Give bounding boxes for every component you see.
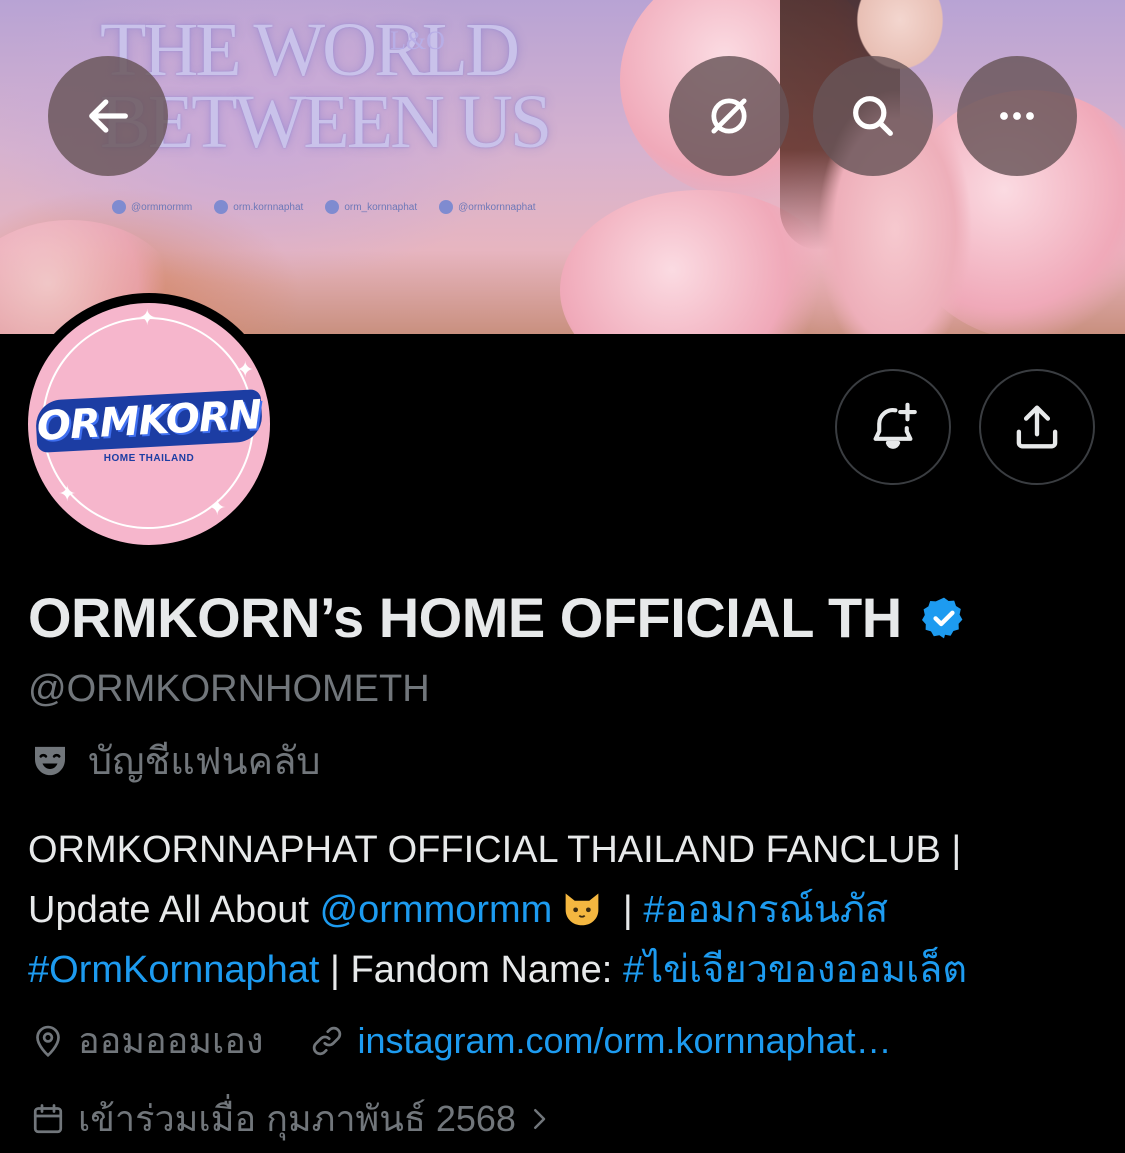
instagram-icon [214,200,229,214]
avatar-image: ✦ ✦ ✦ ✦ ORMKORN HOME THAILAND [28,303,270,545]
grok-button[interactable] [669,56,789,176]
display-name-text: ORMKORN’s HOME OFFICIAL TH [28,586,902,649]
x-icon [112,200,126,214]
location: ออมออมเอง [30,1012,263,1069]
search-button[interactable] [813,56,933,176]
bio-line: ORMKORNNAPHAT OFFICIAL THAILAND FANCLUB … [28,820,1098,880]
bio-hashtag-link[interactable]: #ไข่เจียวของออมเล็ต [623,949,967,991]
chevron-right-icon [533,1108,546,1129]
joined-date-row[interactable]: เข้าร่วมเมื่อ กุมภาพันธ์ 2568 [30,1090,566,1147]
bio-text: | Fandom Name: [319,949,623,991]
banner-title: THE WORLD BETWEEN US [100,8,580,164]
bio-hashtag-link[interactable]: #OrmKornnaphat [28,949,320,991]
share-icon [1016,405,1058,449]
bell-plus-icon [873,402,917,449]
notify-button[interactable] [835,369,951,485]
bio-line: Update All About @ormmormm | #ออมกรณ์นภั… [28,880,1098,940]
banner-social-item: @ormkornnaphat [439,200,536,214]
location-pin-icon [36,1025,60,1057]
arrow-left-icon [89,99,128,133]
bio-line: #OrmKornnaphat | Fandom Name: #ไข่เจียวข… [28,940,1098,1000]
fan-account-text: บัญชีแฟนคลับ [88,741,321,783]
handle: @ORMKORNHOMETH [28,668,430,710]
tiktok-icon [439,200,454,214]
grok-icon [711,98,747,134]
joined-date-text: เข้าร่วมเมื่อ กุมภาพันธ์ 2568 [78,1098,516,1139]
banner-social-item: orm_kornnaphat [325,200,417,214]
display-name: ORMKORN’s HOME OFFICIAL TH [28,585,968,650]
avatar[interactable]: ✦ ✦ ✦ ✦ ORMKORN HOME THAILAND [18,293,280,555]
banner-social-text: @ormmormm [131,201,193,213]
verified-badge-icon[interactable] [920,594,968,642]
more-button[interactable] [957,56,1077,176]
star-icon: ✦ [138,305,157,330]
location-text: ออมออมเอง [78,1020,264,1061]
bio-separator: | [612,889,644,931]
fan-account-label[interactable]: บัญชีแฟนคลับ [30,730,321,791]
avatar-logo-text: ORMKORN [35,392,263,450]
banner-ornament: L&O [390,26,445,55]
website-link[interactable]: instagram.com/orm.kornnaphat… [357,1020,891,1062]
threads-icon [325,200,340,214]
share-button[interactable] [979,369,1095,485]
star-icon: ✦ [208,495,227,520]
bio-text: ORMKORNNAPHAT OFFICIAL THAILAND FANCLUB … [28,829,962,871]
profile-bio: ORMKORNNAPHAT OFFICIAL THAILAND FANCLUB … [28,820,1098,1000]
banner-title-line2: BETWEEN US [100,80,552,164]
calendar-icon [33,1103,63,1133]
banner-social-text: @ormkornnaphat [458,201,536,213]
star-icon: ✦ [58,481,77,506]
profile-banner[interactable]: THE WORLD BETWEEN US L&O @ormmormm orm.k… [0,0,1125,334]
profile-meta-row: ออมออมเอง instagram.com/orm.kornnaphat… [30,1012,892,1069]
banner-social-item: orm.kornnaphat [214,200,303,214]
banner-socials: @ormmormm orm.kornnaphat orm_kornnaphat … [112,200,536,214]
banner-title-line1: THE WORLD [100,8,520,92]
avatar-logo-subtext: HOME THAILAND [103,453,195,464]
website[interactable]: instagram.com/orm.kornnaphat… [309,1020,892,1062]
more-horizontal-icon [1000,112,1034,120]
banner-social-text: orm.kornnaphat [233,201,304,213]
banner-social-item: @ormmormm [112,200,192,214]
banner-social-text: orm_kornnaphat [344,201,418,213]
bio-hashtag-link[interactable]: #ออมกรณ์นภัส [643,889,888,931]
theater-mask-icon [35,746,65,775]
back-button[interactable] [48,56,168,176]
star-icon: ✦ [236,357,255,382]
cat-emoji-icon [565,893,599,926]
bio-text: Update All About [28,889,320,931]
search-icon [853,96,893,136]
bio-mention-link[interactable]: @ormmormm [320,889,553,931]
link-icon [313,1026,342,1055]
